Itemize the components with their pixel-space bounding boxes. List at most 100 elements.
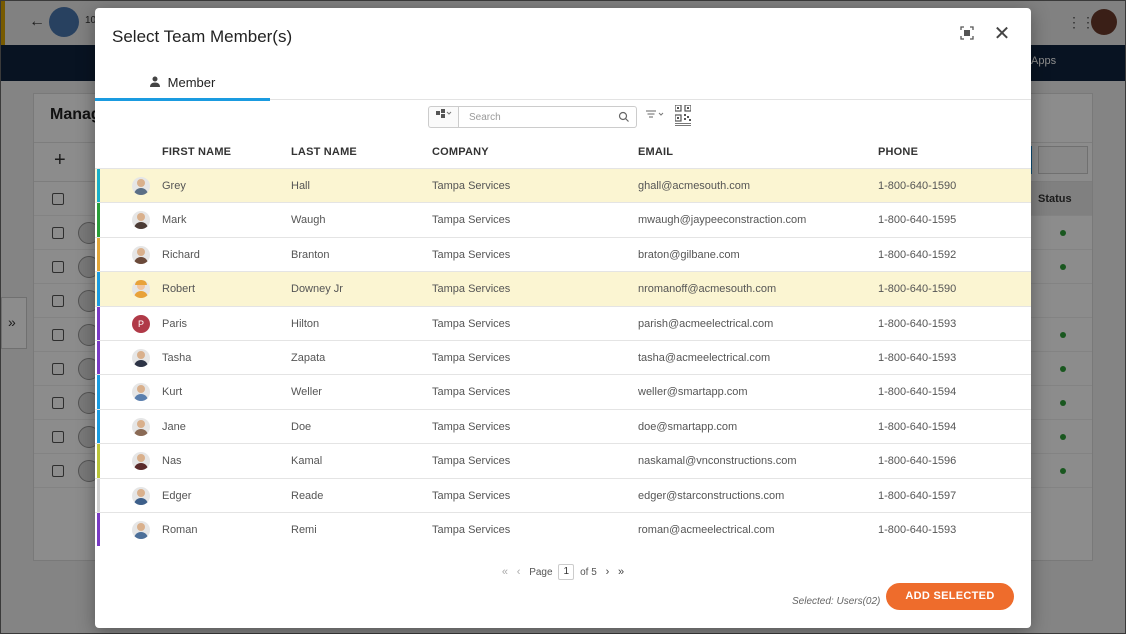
- row-color-marker: [97, 169, 100, 203]
- avatar-head: [137, 454, 145, 463]
- phone-cell: 1-800-640-1593: [878, 352, 957, 364]
- first-name-cell: Nas: [162, 455, 182, 468]
- avatar: [132, 280, 150, 299]
- phone-cell: 1-800-640-1596: [878, 455, 957, 468]
- search-input[interactable]: [469, 109, 609, 125]
- email-cell: parish@acmeelectrical.com: [638, 317, 774, 330]
- tab-member[interactable]: Member: [95, 66, 270, 101]
- company-cell: Tampa Services: [432, 352, 511, 364]
- next-page-icon[interactable]: ›: [606, 566, 610, 578]
- first-name-cell: Richard: [162, 248, 200, 261]
- table-row[interactable]: Robert Downey Jr Tampa Services nromanoff@a…: [95, 271, 1031, 306]
- avatar-head: [137, 385, 145, 394]
- table-row[interactable]: Nas Kamal Tampa Services naskamal@vnconstru…: [95, 443, 1031, 478]
- table-row[interactable]: Tasha Zapata Tampa Services tasha@acmeelect…: [95, 340, 1031, 375]
- last-name-cell: Waugh: [291, 214, 326, 227]
- first-name-cell: Edger: [162, 489, 192, 502]
- last-name-cell: Kamal: [291, 455, 323, 468]
- table-row[interactable]: Roman Remi Tampa Services roman@acmeelectri…: [95, 512, 1031, 547]
- row-color-marker: [97, 444, 100, 478]
- avatar: [132, 177, 150, 195]
- column-header-email[interactable]: EMAIL: [638, 146, 673, 158]
- avatar-head: [137, 247, 145, 256]
- sort-icon: [646, 110, 664, 118]
- page-number-input[interactable]: 1: [558, 564, 575, 580]
- company-cell: Tampa Services: [432, 455, 511, 468]
- phone-cell: 1-800-640-1593: [878, 524, 957, 536]
- avatar-head: [137, 419, 145, 428]
- modal-tab-bar: Member: [95, 66, 1031, 101]
- company-cell: Tampa Services: [432, 214, 511, 227]
- phone-cell: 1-800-640-1590: [878, 180, 957, 192]
- pagination: « ‹ Page 1 of 5 › »: [95, 564, 1031, 586]
- phone-cell: 1-800-640-1590: [878, 283, 957, 296]
- email-cell: edger@starconstructions.com: [638, 489, 785, 502]
- table-row[interactable]: Mark Waugh Tampa Services mwaugh@jaypeecons…: [95, 202, 1031, 237]
- last-page-icon[interactable]: »: [618, 566, 624, 578]
- close-icon[interactable]: ✕: [990, 22, 1014, 46]
- phone-cell: 1-800-640-1597: [878, 489, 957, 502]
- column-header-company[interactable]: COMPANY: [432, 146, 489, 158]
- search-box: [458, 106, 637, 128]
- avatar-head: [137, 213, 145, 222]
- first-name-cell: Grey: [162, 180, 186, 192]
- table-row[interactable]: P Paris Hilton Tampa Services parish@acmeele…: [95, 305, 1031, 340]
- last-name-cell: Zapata: [291, 352, 326, 364]
- table-header: FIRST NAME LAST NAME COMPANY EMAIL PHONE: [95, 138, 1031, 168]
- email-cell: mwaugh@jaypeeconstraction.com: [638, 214, 807, 227]
- qr-code-icon[interactable]: [674, 104, 692, 127]
- company-cell: Tampa Services: [432, 248, 511, 261]
- email-cell: tasha@acmeelectrical.com: [638, 352, 771, 364]
- column-header-phone[interactable]: PHONE: [878, 146, 918, 158]
- table-row[interactable]: Kurt Weller Tampa Services weller@smartapp.…: [95, 374, 1031, 409]
- email-cell: doe@smartapp.com: [638, 420, 738, 433]
- first-name-cell: Roman: [162, 524, 198, 536]
- tab-member-label: Member: [167, 75, 216, 90]
- sort-dropdown[interactable]: [643, 108, 669, 126]
- last-name-cell: Branton: [291, 248, 330, 261]
- email-cell: weller@smartapp.com: [638, 386, 748, 399]
- row-color-marker: [97, 306, 100, 340]
- phone-cell: 1-800-640-1594: [878, 420, 957, 433]
- expand-icon[interactable]: [957, 26, 977, 46]
- avatar: [132, 452, 150, 471]
- column-header-first-name[interactable]: FIRST NAME: [162, 146, 231, 158]
- prev-page-icon[interactable]: ‹: [517, 566, 521, 578]
- table-row[interactable]: Jane Doe Tampa Services doe@smartapp.com 1-8…: [95, 408, 1031, 444]
- company-cell: Tampa Services: [432, 180, 511, 192]
- first-page-icon[interactable]: «: [502, 566, 508, 578]
- table-row[interactable]: Richard Branton Tampa Services braton@gilba…: [95, 236, 1031, 272]
- select-team-member-modal: Select Team Member(s) ✕ Member Search FI…: [95, 8, 1031, 628]
- add-selected-button[interactable]: ADD SELECTED: [886, 583, 1014, 610]
- email-cell: naskamal@vnconstructions.com: [638, 455, 797, 468]
- avatar-body: [134, 222, 148, 230]
- row-color-marker: [97, 341, 100, 375]
- avatar-head: [137, 523, 145, 531]
- last-name-cell: Weller: [291, 386, 322, 399]
- search-toolbar: [95, 100, 1031, 136]
- filter-dropdown[interactable]: [428, 106, 458, 128]
- table-row[interactable]: Grey Hall Tampa Services ghall@acmesouth.co…: [95, 168, 1031, 203]
- table-row[interactable]: Edger Reade Tampa Services edger@starconstr…: [95, 477, 1031, 512]
- search-icon[interactable]: [618, 110, 630, 124]
- avatar: P: [132, 314, 150, 333]
- avatar-head: [137, 488, 145, 497]
- column-header-last-name[interactable]: LAST NAME: [291, 146, 357, 158]
- company-cell: Tampa Services: [432, 524, 511, 536]
- selected-count: Selected: Users(02): [792, 596, 881, 607]
- first-name-cell: Jane: [162, 420, 186, 433]
- company-cell: Tampa Services: [432, 386, 511, 399]
- first-name-cell: Robert: [162, 283, 196, 296]
- last-name-cell: Doe: [291, 420, 312, 433]
- avatar-body: [134, 463, 148, 471]
- email-cell: nromanoff@acmesouth.com: [638, 283, 777, 296]
- last-name-cell: Reade: [291, 489, 324, 502]
- phone-cell: 1-800-640-1593: [878, 317, 957, 330]
- person-icon: [149, 76, 160, 90]
- hard-hat-icon: [135, 280, 147, 286]
- row-color-marker: [97, 478, 100, 512]
- first-name-cell: Kurt: [162, 386, 183, 399]
- last-name-cell: Downey Jr: [291, 283, 343, 296]
- avatar-body: [134, 394, 148, 402]
- avatar-body: [134, 360, 148, 367]
